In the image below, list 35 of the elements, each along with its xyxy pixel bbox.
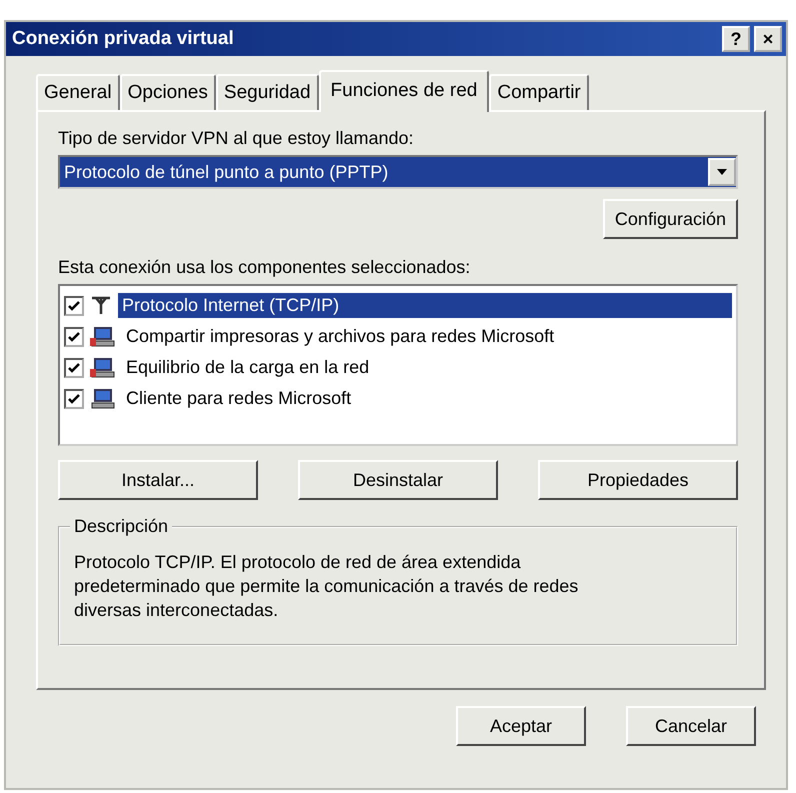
checkbox[interactable]: [64, 326, 84, 346]
list-label: Esta conexión usa los componentes seleccionados:: [58, 257, 472, 278]
checkbox[interactable]: [64, 388, 84, 408]
help-button[interactable]: ?: [722, 26, 750, 52]
group-title: Descripción: [70, 516, 172, 537]
checkmark-icon: [68, 300, 80, 310]
checkmark-icon: [68, 394, 80, 404]
tab[interactable]: Opciones: [120, 74, 216, 110]
cancel-button[interactable]: Cancelar: [626, 706, 756, 746]
checkmark-icon: [68, 362, 80, 372]
configuration-button[interactable]: Configuración: [602, 199, 738, 239]
tab[interactable]: Compartir: [489, 74, 589, 110]
action-button[interactable]: Propiedades: [538, 460, 738, 500]
computer-icon: [90, 356, 116, 378]
description-text: Protocolo TCP/IP. El protocolo de red de área extendida predeterminado que permite la comunicación a través de redes diversas interconectadas.: [74, 551, 580, 622]
checkbox[interactable]: [64, 358, 84, 378]
computer-icon: [90, 326, 116, 348]
checkbox[interactable]: [64, 296, 84, 316]
field-label: Tipo de servidor VPN al que estoy llamando:: [58, 128, 415, 149]
server-type-dropdown[interactable]: Protocolo de túnel punto a punto (PPTP): [58, 155, 738, 189]
action-button[interactable]: Instalar...: [58, 460, 258, 500]
list-item[interactable]: Cliente para redes Microsoft: [122, 386, 356, 411]
network-protocol-icon: [90, 296, 112, 316]
tab[interactable]: General: [36, 74, 120, 110]
window-title: Conexión privada virtual: [12, 28, 234, 50]
checkmark-icon: [68, 332, 80, 342]
computer-icon: [90, 388, 116, 410]
action-button[interactable]: Desinstalar: [298, 460, 498, 500]
close-button[interactable]: ×: [754, 26, 782, 52]
tab[interactable]: Seguridad: [216, 74, 319, 110]
list-item[interactable]: Compartir impresoras y archivos para redes Microsoft: [122, 324, 558, 349]
list-item[interactable]: Protocolo Internet (TCP/IP): [118, 293, 732, 318]
ok-button[interactable]: Aceptar: [456, 706, 586, 746]
tab[interactable]: Funciones de red: [318, 70, 490, 112]
list-item[interactable]: Equilibrio de la carga en la red: [122, 355, 374, 380]
